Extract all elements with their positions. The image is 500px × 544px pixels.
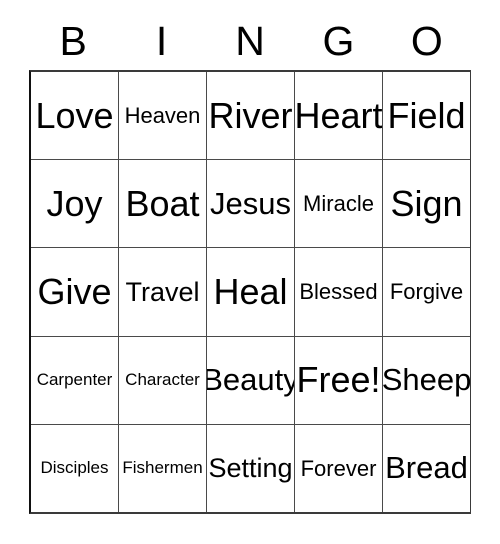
bingo-free-space-label: Free! — [296, 359, 381, 401]
bingo-cell-label: Heart — [294, 94, 382, 136]
bingo-cell[interactable]: Travel — [118, 248, 206, 336]
bingo-row: Love Heaven River Heart Field — [31, 72, 470, 160]
bingo-cell-label: Character — [125, 370, 200, 390]
bingo-cell[interactable]: Blessed — [294, 248, 382, 336]
bingo-header-letter-o: O — [410, 17, 443, 64]
bingo-cell[interactable]: Give — [31, 248, 118, 336]
bingo-cell-label: Blessed — [299, 279, 378, 305]
bingo-cell[interactable]: Forgive — [382, 248, 470, 336]
bingo-cell[interactable]: Setting — [206, 424, 294, 513]
bingo-cell[interactable]: Character — [118, 336, 206, 424]
bingo-cell-label: Bread — [385, 450, 468, 486]
bingo-row: Disciples Fishermen Setting Forever Brea… — [31, 423, 470, 513]
bingo-cell[interactable]: Beauty — [206, 336, 294, 424]
bingo-row: Give Travel Heal Blessed Forgive — [31, 247, 470, 336]
bingo-cell[interactable]: Jesus — [206, 160, 294, 248]
bingo-cell[interactable]: Carpenter — [31, 336, 118, 424]
bingo-cell-label: Heal — [213, 271, 288, 313]
bingo-cell-label: Carpenter — [36, 370, 113, 390]
bingo-cell[interactable]: Sheep — [382, 336, 470, 424]
bingo-cell[interactable]: Love — [31, 72, 118, 160]
bingo-cell-label: Sign — [390, 182, 463, 224]
bingo-cell-label: Heaven — [124, 103, 201, 129]
bingo-header-row: B I N G O — [29, 12, 471, 70]
bingo-cell[interactable]: River — [206, 72, 294, 160]
bingo-cell-label: Forgive — [389, 279, 464, 305]
bingo-cell-label: Field — [387, 94, 466, 136]
bingo-cell[interactable]: Disciples — [31, 424, 118, 513]
bingo-cell[interactable]: Heaven — [118, 72, 206, 160]
bingo-grid: Love Heaven River Heart Field Joy Boat J… — [29, 70, 471, 514]
bingo-cell-label: River — [208, 94, 293, 136]
bingo-cell-label: Forever — [300, 455, 377, 481]
bingo-row: Carpenter Character Beauty Free! Sheep — [31, 335, 470, 424]
bingo-cell[interactable]: Boat — [118, 160, 206, 248]
bingo-header-letter-i: I — [155, 17, 168, 64]
bingo-header-letter-n: N — [235, 17, 265, 64]
bingo-card: B I N G O Love Heaven River Heart Field — [0, 0, 500, 544]
bingo-cell-label: Jesus — [210, 185, 291, 221]
bingo-cell-label: Travel — [125, 276, 200, 307]
bingo-cell[interactable]: Forever — [294, 424, 382, 513]
bingo-row: Joy Boat Jesus Miracle Sign — [31, 159, 470, 248]
bingo-cell[interactable]: Fishermen — [118, 424, 206, 513]
bingo-cell[interactable]: Miracle — [294, 160, 382, 248]
bingo-header-letter-b: B — [59, 17, 87, 64]
bingo-cell-label: Fishermen — [122, 458, 203, 478]
bingo-cell-label: Give — [37, 271, 112, 313]
bingo-cell-label: Beauty — [206, 361, 294, 397]
bingo-cell-label: Miracle — [303, 191, 374, 217]
bingo-cell[interactable]: Heart — [294, 72, 382, 160]
bingo-cell-label: Joy — [46, 182, 103, 224]
bingo-cell-label: Sheep — [382, 361, 470, 397]
bingo-cell-label: Boat — [125, 182, 200, 224]
bingo-cell[interactable]: Bread — [382, 424, 470, 513]
bingo-cell-label: Setting — [208, 453, 293, 484]
bingo-free-space-cell[interactable]: Free! — [294, 336, 382, 424]
bingo-cell[interactable]: Joy — [31, 160, 118, 248]
bingo-cell-label: Disciples — [40, 458, 109, 478]
bingo-header-letter-g: G — [322, 17, 355, 64]
bingo-cell[interactable]: Field — [382, 72, 470, 160]
bingo-cell-label: Love — [35, 94, 114, 136]
bingo-cell[interactable]: Sign — [382, 160, 470, 248]
bingo-cell[interactable]: Heal — [206, 248, 294, 336]
